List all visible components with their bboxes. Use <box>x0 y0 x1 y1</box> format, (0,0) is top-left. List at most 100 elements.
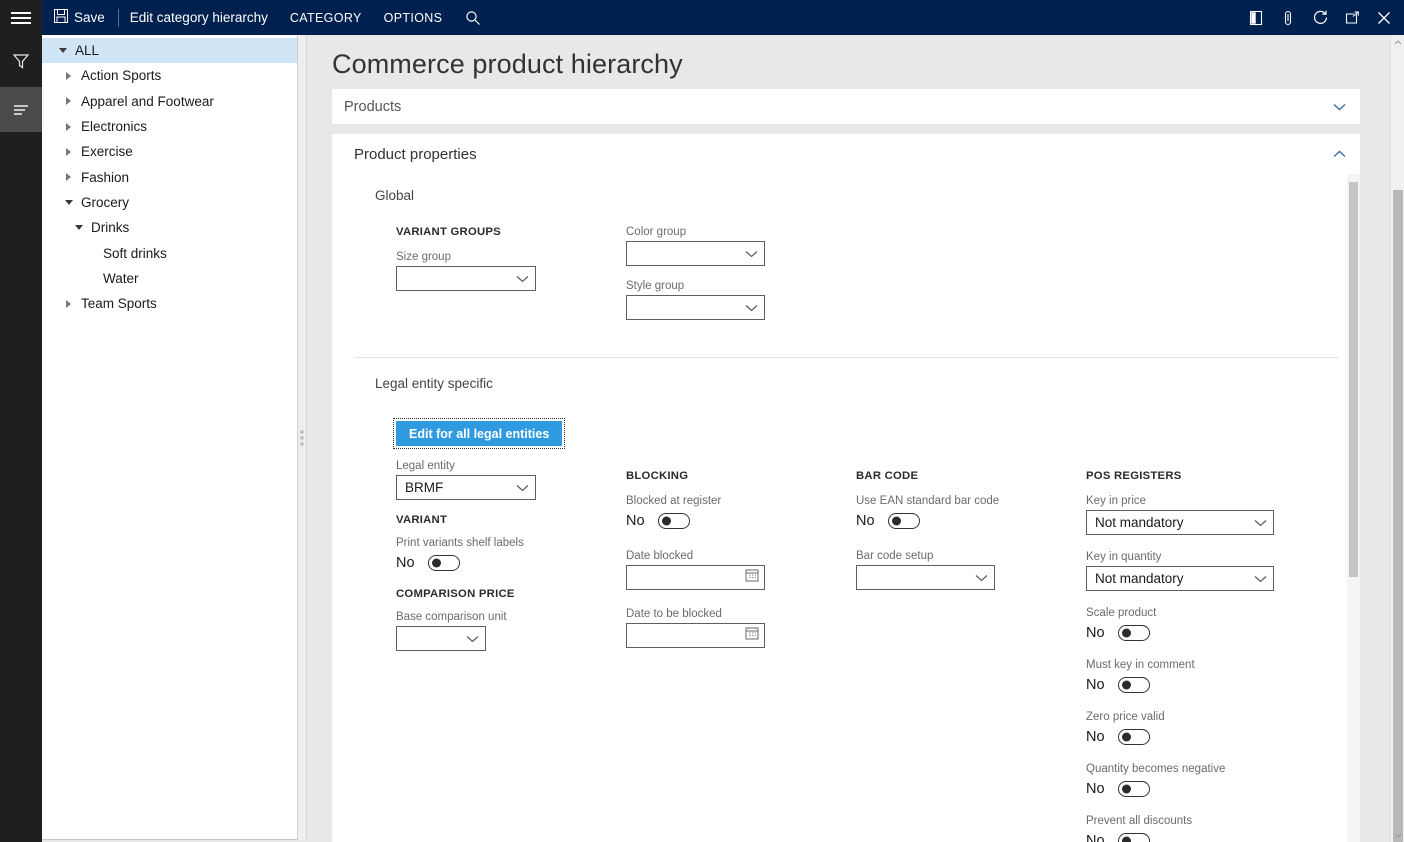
tree-collapse-icon[interactable] <box>72 221 85 234</box>
application-window: Save Edit category hierarchy CATEGORY OP… <box>0 0 1404 842</box>
edit-for-all-legal-entities-button[interactable]: Edit for all legal entities <box>396 421 562 446</box>
color-group-input[interactable] <box>626 241 765 266</box>
blocked-at-register-label: Blocked at register <box>626 494 801 508</box>
tree-node-action-sports[interactable]: Action Sports <box>42 63 297 88</box>
key-in-quantity-input[interactable]: Not mandatory <box>1086 566 1274 591</box>
key-in-price-input[interactable]: Not mandatory <box>1086 510 1274 535</box>
use-ean-standard-bar-code-value: No <box>856 513 888 529</box>
date-to-be-blocked-input[interactable] <box>626 623 765 648</box>
legal-entity-input[interactable]: BRMF <box>396 475 536 500</box>
tree-node-exercise[interactable]: Exercise <box>42 139 297 164</box>
page-scrollbar-thumb[interactable] <box>1393 190 1403 842</box>
product-properties-header[interactable]: Product properties <box>332 134 1360 174</box>
style-group-input[interactable] <box>626 295 765 320</box>
bar-code-setup-label: Bar code setup <box>856 549 1036 563</box>
bar-code-header: BAR CODE <box>856 469 1036 483</box>
pos-registers-toggle-list: Scale productNoMust key in commentNoZero… <box>1086 606 1286 842</box>
blocked-at-register-value: No <box>626 513 658 529</box>
tree-node-water[interactable]: Water <box>42 266 297 291</box>
chevron-down-icon <box>975 570 988 585</box>
date-to-be-blocked-field: Date to be blocked <box>626 607 801 648</box>
tree-node-grocery[interactable]: Grocery <box>42 190 297 215</box>
tree-node-label: Electronics <box>75 119 147 134</box>
key-in-quantity-value: Not mandatory <box>1095 571 1184 586</box>
print-variants-shelf-labels-toggle[interactable] <box>428 555 460 571</box>
tree-node-label: Grocery <box>75 195 129 210</box>
use-ean-standard-bar-code-toggle[interactable] <box>888 513 920 529</box>
zero-price-valid-toggle[interactable] <box>1118 729 1150 745</box>
popout-icon[interactable] <box>1336 0 1368 35</box>
tree-node-label: Water <box>97 271 139 286</box>
column-legal-entity: Edit for all legal entities Legal entity… <box>396 421 571 664</box>
tree-collapse-icon[interactable] <box>56 44 69 57</box>
tree-node-apparel-and-footwear[interactable]: Apparel and Footwear <box>42 89 297 114</box>
attachment-icon[interactable] <box>1272 0 1304 35</box>
pane-splitter[interactable] <box>297 35 307 840</box>
print-variants-shelf-labels-value: No <box>396 555 428 571</box>
tree-expand-icon[interactable] <box>62 69 75 82</box>
scale-product-toggle[interactable] <box>1118 625 1150 641</box>
tree-node-fashion[interactable]: Fashion <box>42 164 297 189</box>
save-button[interactable]: Save <box>42 0 118 35</box>
quantity-becomes-negative-field: Quantity becomes negativeNo <box>1086 762 1286 800</box>
close-icon[interactable] <box>1368 0 1400 35</box>
variant-header: VARIANT <box>396 513 571 527</box>
page-scrollbar[interactable] <box>1390 35 1404 842</box>
prevent-all-discounts-toggle[interactable] <box>1118 833 1150 842</box>
tree-node-team-sports[interactable]: Team Sports <box>42 291 297 316</box>
zero-price-valid-field: Zero price validNo <box>1086 710 1286 748</box>
left-rail <box>0 35 42 842</box>
chevron-down-icon <box>745 300 758 315</box>
prevent-all-discounts-value: No <box>1086 833 1118 842</box>
fasttab-gap <box>307 124 1404 134</box>
variant-groups-header: VARIANT GROUPS <box>396 225 546 239</box>
quantity-becomes-negative-toggle[interactable] <box>1118 781 1150 797</box>
date-blocked-input[interactable] <box>626 565 765 590</box>
legal-entity-columns: Edit for all legal entities Legal entity… <box>332 421 1360 842</box>
calendar-icon[interactable] <box>745 568 759 587</box>
key-in-price-label: Key in price <box>1086 494 1286 508</box>
scroll-up-arrow[interactable] <box>1391 35 1404 49</box>
tree-node-all[interactable]: ALL <box>42 38 297 63</box>
products-fasttab[interactable]: Products <box>332 89 1360 124</box>
tree-node-label: Soft drinks <box>97 246 167 261</box>
must-key-in-comment-toggle[interactable] <box>1118 677 1150 693</box>
search-icon[interactable] <box>453 0 493 35</box>
global-heading: Global <box>332 188 1360 203</box>
tree-node-label: Apparel and Footwear <box>75 94 214 109</box>
key-in-price-field: Key in price Not mandatory <box>1086 494 1286 535</box>
legal-entity-specific-heading: Legal entity specific <box>332 376 1360 391</box>
chevron-down-icon <box>466 631 479 646</box>
print-variants-shelf-labels-label: Print variants shelf labels <box>396 536 571 550</box>
tree-expand-icon[interactable] <box>62 297 75 310</box>
date-blocked-field: Date blocked <box>626 549 801 590</box>
tree-node-soft-drinks[interactable]: Soft drinks <box>42 240 297 265</box>
section-scrollbar-thumb[interactable] <box>1349 182 1358 577</box>
base-comparison-unit-input[interactable] <box>396 626 486 651</box>
tree-collapse-icon[interactable] <box>62 196 75 209</box>
tree-expand-icon[interactable] <box>62 120 75 133</box>
refresh-icon[interactable] <box>1304 0 1336 35</box>
office-app-icon[interactable] <box>1240 0 1272 35</box>
tree-node-label: ALL <box>69 43 99 58</box>
section-scrollbar[interactable] <box>1347 174 1360 842</box>
tree-node-electronics[interactable]: Electronics <box>42 114 297 139</box>
scale-product-value: No <box>1086 625 1118 641</box>
tree-node-drinks[interactable]: Drinks <box>42 215 297 240</box>
calendar-icon[interactable] <box>745 626 759 645</box>
bar-code-setup-input[interactable] <box>856 565 995 590</box>
base-comparison-unit-field: Base comparison unit <box>396 610 571 651</box>
hamburger-icon[interactable] <box>0 0 42 35</box>
scroll-down-arrow[interactable] <box>1391 828 1404 842</box>
list-icon[interactable] <box>0 87 42 132</box>
blocked-at-register-toggle[interactable] <box>658 513 690 529</box>
menu-options[interactable]: OPTIONS <box>373 0 454 35</box>
category-tree-pane: ALL Action Sports Apparel and Footwear Elec… <box>42 35 297 840</box>
tree-expand-icon[interactable] <box>62 171 75 184</box>
page-title: Commerce product hierarchy <box>307 35 1404 89</box>
tree-expand-icon[interactable] <box>62 95 75 108</box>
size-group-input[interactable] <box>396 266 536 291</box>
tree-expand-icon[interactable] <box>62 145 75 158</box>
menu-category[interactable]: CATEGORY <box>279 0 373 35</box>
filter-icon[interactable] <box>0 35 42 87</box>
